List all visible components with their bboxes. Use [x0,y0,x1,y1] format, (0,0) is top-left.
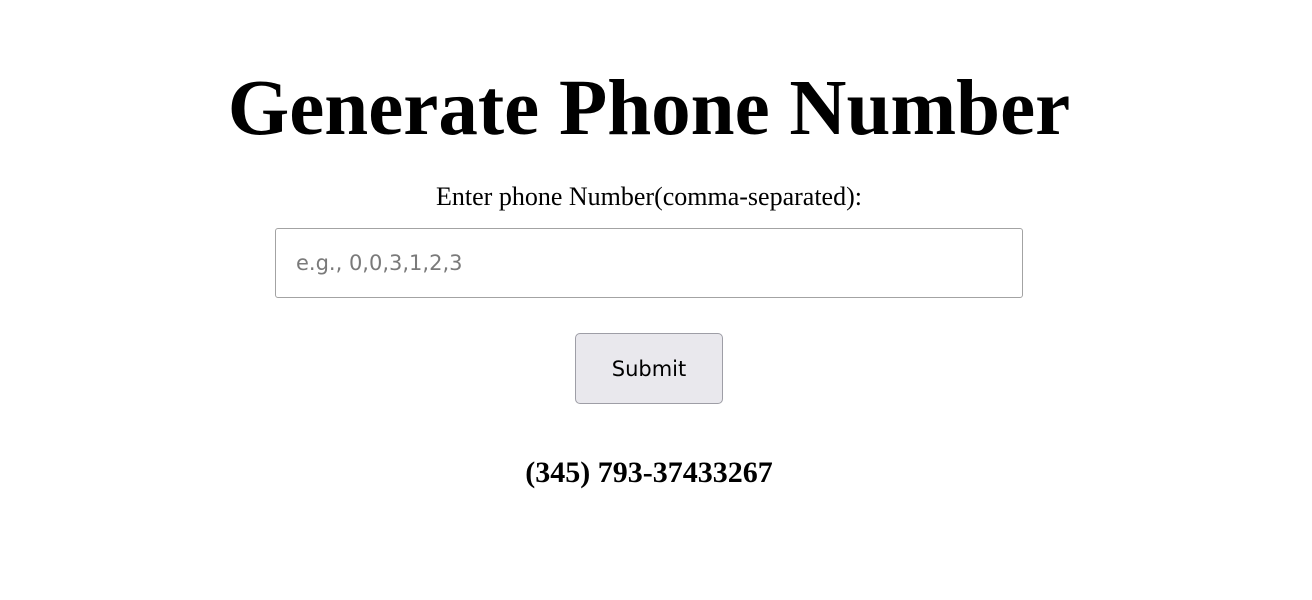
phone-digits-input[interactable] [275,228,1023,298]
page: Generate Phone Number Enter phone Number… [0,0,1312,600]
phone-input-label: Enter phone Number(comma-separated): [436,182,862,211]
submit-button[interactable]: Submit [575,333,723,404]
page-title: Generate Phone Number [227,65,1071,152]
generated-phone-number: (345) 793-37433267 [525,456,773,489]
